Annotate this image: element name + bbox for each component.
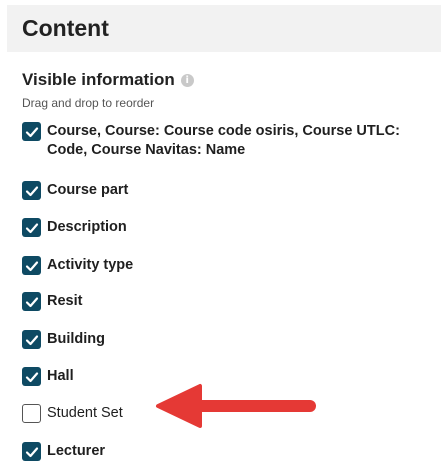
content-header: Content [7, 5, 441, 52]
item-label: Resit [47, 293, 83, 309]
item-label: Lecturer [47, 443, 106, 459]
content-panel: Content Visible information i Drag and d… [0, 0, 441, 466]
list-item-course[interactable]: Course, Course: Course code osiris, Cour… [22, 122, 407, 160]
checkmark-icon [25, 371, 38, 382]
checkbox-activity-type[interactable] [22, 256, 41, 275]
checkbox-resit[interactable] [22, 292, 41, 311]
list-item-activity-type[interactable]: Activity type [22, 256, 407, 275]
checkmark-icon [25, 446, 38, 457]
list-item-course-part[interactable]: Course part [22, 181, 407, 200]
list-item-description[interactable]: Description [22, 218, 407, 237]
checkbox-course-part[interactable] [22, 181, 41, 200]
item-label: Course, Course: Course code osiris, Cour… [47, 123, 400, 158]
checkmark-icon [25, 296, 38, 307]
checkmark-icon [25, 185, 38, 196]
checkbox-description[interactable] [22, 218, 41, 237]
checkbox-building[interactable] [22, 330, 41, 349]
header-title: Content [22, 15, 109, 41]
checkbox-hall[interactable] [22, 367, 41, 386]
checkbox-course[interactable] [22, 122, 41, 141]
item-label: Activity type [47, 257, 134, 273]
item-label: Course part [47, 182, 129, 198]
visible-information-title: Visible information i [22, 70, 194, 90]
list-item-lecturer[interactable]: Lecturer [22, 442, 407, 461]
reorder-hint: Drag and drop to reorder [22, 96, 155, 110]
checkmark-icon [25, 126, 38, 137]
item-label: Description [47, 219, 127, 235]
section-title-text: Visible information [22, 70, 175, 89]
checkmark-icon [25, 334, 38, 345]
list-item-building[interactable]: Building [22, 330, 407, 349]
item-label: Building [47, 331, 105, 347]
checkbox-lecturer[interactable] [22, 442, 41, 461]
checkmark-icon [25, 260, 38, 271]
checkbox-student-set[interactable] [22, 404, 41, 423]
annotation-arrow-icon [156, 384, 316, 428]
checkmark-icon [25, 222, 38, 233]
list-item-resit[interactable]: Resit [22, 292, 407, 311]
info-icon[interactable]: i [180, 73, 194, 87]
